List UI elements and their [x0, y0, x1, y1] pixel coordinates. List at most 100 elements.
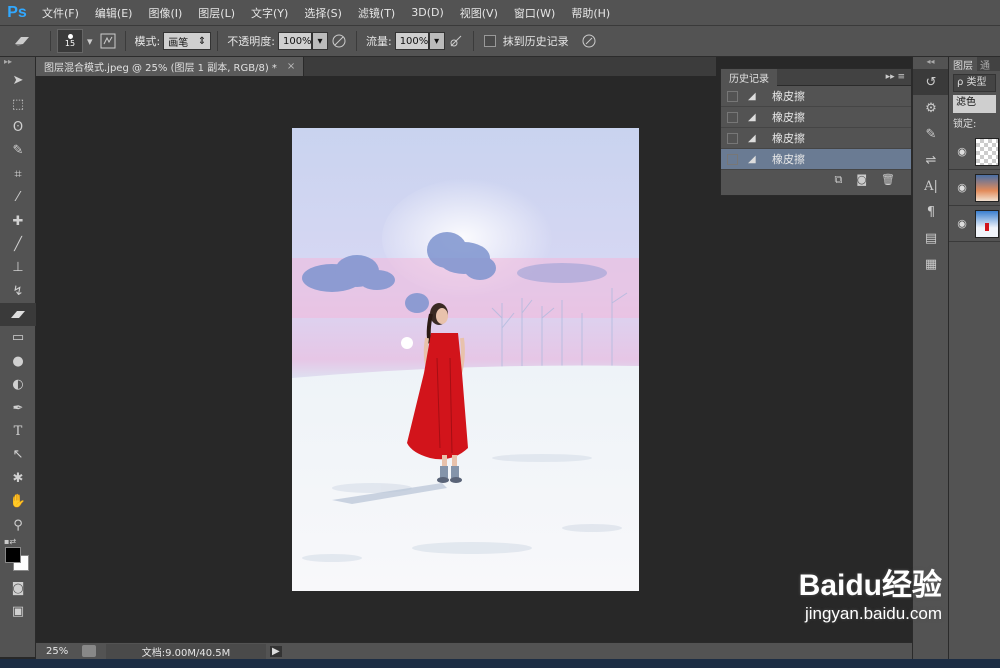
- eye-icon[interactable]: ◉: [949, 217, 975, 230]
- history-item-label: 橡皮擦: [772, 132, 805, 145]
- menu-edit[interactable]: 编辑(E): [87, 5, 141, 21]
- menu-file[interactable]: 文件(F): [34, 5, 87, 21]
- quick-mask-icon[interactable]: ◙: [0, 577, 36, 600]
- history-item-selected[interactable]: ◢ 橡皮擦: [721, 149, 911, 170]
- eraser-icon: ◢: [748, 90, 756, 102]
- properties-panel-icon[interactable]: ⚙: [913, 95, 949, 121]
- mode-select[interactable]: 画笔 ⇕: [163, 32, 212, 50]
- mode-label: 模式:: [134, 35, 161, 48]
- share-icon[interactable]: [82, 645, 96, 657]
- menu-3d[interactable]: 3D(D): [403, 6, 452, 19]
- flow-dropdown-button[interactable]: ▾: [428, 32, 445, 50]
- info-panel-icon[interactable]: ▦: [913, 251, 949, 277]
- color-swatches[interactable]: ▪⇄: [0, 537, 35, 577]
- trash-icon[interactable]: 🗑: [881, 173, 895, 186]
- hand-tool-icon[interactable]: ✋: [0, 490, 36, 513]
- history-panel-icon[interactable]: ↺: [913, 69, 949, 95]
- history-tab[interactable]: 历史记录: [721, 68, 777, 86]
- new-document-from-state-icon[interactable]: ⧉: [834, 173, 842, 187]
- status-bar: 25% 文档:9.00M/40.5M ▶: [36, 642, 912, 659]
- separator: [124, 31, 126, 51]
- chevron-down-icon[interactable]: ▾: [87, 35, 93, 48]
- notes-panel-icon[interactable]: ▤: [913, 225, 949, 251]
- screen-mode-icon[interactable]: ▣: [0, 600, 36, 623]
- channels-tab[interactable]: 通: [977, 57, 993, 72]
- menu-select[interactable]: 选择(S): [296, 5, 350, 21]
- history-snapshot-checkbox[interactable]: [727, 90, 738, 102]
- airbrush-icon[interactable]: [445, 30, 467, 52]
- crop-tool-icon[interactable]: ⌗: [0, 163, 36, 186]
- erase-to-history-checkbox[interactable]: [483, 35, 496, 47]
- document-image[interactable]: [292, 128, 639, 591]
- baidu-watermark: Baidu经验 jingyan.baidu.com: [799, 560, 942, 624]
- default-colors-icon[interactable]: ▪⇄: [4, 537, 16, 546]
- history-snapshot-checkbox[interactable]: [727, 153, 738, 165]
- foreground-color-swatch[interactable]: [5, 546, 21, 563]
- updown-icon: ⇕: [197, 35, 207, 47]
- character-panel-icon[interactable]: A|: [913, 173, 949, 199]
- layer-kind-filter[interactable]: ρ 类型: [953, 74, 996, 92]
- adjustments-panel-icon[interactable]: ⇌: [913, 147, 949, 173]
- pen-tool-icon[interactable]: ✒: [0, 396, 36, 419]
- menu-help[interactable]: 帮助(H): [563, 5, 618, 21]
- eye-icon[interactable]: ◉: [949, 181, 975, 194]
- move-tool-icon[interactable]: ➤: [0, 69, 36, 92]
- zoom-level[interactable]: 25%: [36, 646, 82, 657]
- photo-render: [292, 128, 639, 591]
- menu-filter[interactable]: 滤镜(T): [350, 5, 403, 21]
- type-tool-icon[interactable]: T: [0, 420, 36, 443]
- collapse-arrows-icon[interactable]: ◂◂: [913, 57, 948, 69]
- separator: [50, 31, 51, 51]
- menu-window[interactable]: 窗口(W): [506, 5, 563, 21]
- eraser-preset-icon[interactable]: [0, 30, 44, 52]
- history-item-label: 橡皮擦: [772, 90, 805, 103]
- eye-icon[interactable]: ◉: [949, 145, 975, 158]
- blend-mode-select[interactable]: 滤色: [953, 95, 996, 113]
- menu-view[interactable]: 视图(V): [452, 5, 506, 21]
- menu-image[interactable]: 图像(I): [140, 5, 190, 21]
- path-select-tool-icon[interactable]: ↖: [0, 443, 36, 466]
- pressure-opacity-icon[interactable]: [328, 30, 350, 52]
- close-icon[interactable]: ×: [287, 61, 295, 72]
- history-item[interactable]: ◢ 橡皮擦: [721, 86, 911, 107]
- status-menu-arrow-icon[interactable]: ▶: [270, 645, 282, 657]
- history-item[interactable]: ◢ 橡皮擦: [721, 128, 911, 149]
- paragraph-panel-icon[interactable]: ¶: [913, 199, 949, 225]
- document-tab[interactable]: 图层混合模式.jpeg @ 25% (图层 1 副本, RGB/8) * ×: [36, 57, 305, 76]
- eraser-tool-icon[interactable]: [0, 302, 36, 327]
- panel-menu-icon[interactable]: ▸▸ ≡: [886, 72, 905, 82]
- opacity-dropdown-button[interactable]: ▾: [311, 32, 328, 50]
- lasso-tool-icon[interactable]: ʘ: [0, 116, 36, 139]
- zoom-tool-icon[interactable]: ⚲: [0, 513, 36, 536]
- opacity-input[interactable]: 100%: [277, 32, 312, 50]
- gradient-tool-icon[interactable]: ▭: [0, 326, 36, 349]
- camera-icon[interactable]: ◙: [856, 173, 867, 186]
- pressure-size-icon[interactable]: [578, 30, 600, 52]
- stamp-tool-icon[interactable]: ⊥: [0, 256, 36, 279]
- layer-row[interactable]: ◉: [949, 170, 1000, 206]
- separator: [355, 31, 357, 51]
- history-brush-tool-icon[interactable]: ↯: [0, 280, 36, 303]
- layer-row[interactable]: ◉: [949, 206, 1000, 242]
- layer-row[interactable]: ◉: [949, 134, 1000, 170]
- menu-layer[interactable]: 图层(L): [190, 5, 243, 21]
- flow-input[interactable]: 100%: [394, 32, 429, 50]
- menu-type[interactable]: 文字(Y): [243, 5, 296, 21]
- history-snapshot-checkbox[interactable]: [727, 111, 738, 123]
- eyedropper-tool-icon[interactable]: ⁄: [0, 186, 36, 209]
- brush-preset-picker[interactable]: 15: [57, 29, 83, 53]
- opacity-label: 不透明度:: [227, 35, 275, 48]
- blur-tool-icon[interactable]: ●: [0, 350, 36, 373]
- brush-tool-icon[interactable]: ╱: [0, 233, 36, 256]
- history-item[interactable]: ◢ 橡皮擦: [721, 107, 911, 128]
- shape-tool-icon[interactable]: ✱: [0, 467, 36, 490]
- marquee-tool-icon[interactable]: ⬚: [0, 92, 36, 115]
- brush-panel-icon[interactable]: [97, 30, 119, 52]
- brush-panel-icon[interactable]: ✎: [913, 121, 949, 147]
- history-snapshot-checkbox[interactable]: [727, 132, 738, 144]
- collapse-arrows-icon[interactable]: ▸▸: [0, 57, 35, 69]
- dodge-tool-icon[interactable]: ◐: [0, 373, 36, 396]
- layers-tab[interactable]: 图层: [949, 57, 977, 72]
- healing-brush-tool-icon[interactable]: ✚: [0, 209, 36, 232]
- quick-select-tool-icon[interactable]: ✎: [0, 139, 36, 162]
